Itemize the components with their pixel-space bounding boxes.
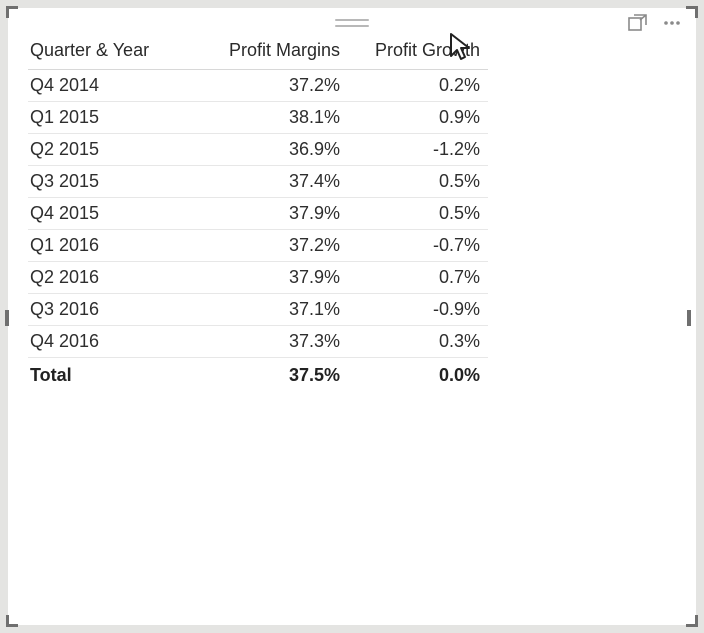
- table-row[interactable]: Q1 201637.2%-0.7%: [28, 230, 488, 262]
- cell-growth: 0.5%: [348, 198, 488, 230]
- cell-growth: 0.2%: [348, 70, 488, 102]
- resize-handle-br[interactable]: [684, 613, 698, 627]
- cell-margin: 37.2%: [198, 230, 348, 262]
- resize-handle-bl[interactable]: [6, 613, 20, 627]
- cell-growth: 0.3%: [348, 326, 488, 358]
- cell-period: Q3 2015: [28, 166, 198, 198]
- cell-period: Q4 2016: [28, 326, 198, 358]
- cell-margin: 37.9%: [198, 262, 348, 294]
- cell-period: Q2 2015: [28, 134, 198, 166]
- cell-margin: 36.9%: [198, 134, 348, 166]
- table-row[interactable]: Q1 201538.1%0.9%: [28, 102, 488, 134]
- cell-margin: 37.3%: [198, 326, 348, 358]
- cell-growth: 0.5%: [348, 166, 488, 198]
- table-visual[interactable]: Quarter & Year Profit Margins Profit Gro…: [8, 8, 696, 625]
- cell-growth: -0.9%: [348, 294, 488, 326]
- visual-header: [8, 10, 696, 36]
- visual-header-actions: [628, 14, 682, 32]
- cell-margin: 38.1%: [198, 102, 348, 134]
- cell-margin: 37.2%: [198, 70, 348, 102]
- table-row[interactable]: Q2 201536.9%-1.2%: [28, 134, 488, 166]
- table-row[interactable]: Q4 201637.3%0.3%: [28, 326, 488, 358]
- cell-period: Q4 2015: [28, 198, 198, 230]
- col-header-margin[interactable]: Profit Margins: [198, 34, 348, 70]
- cell-growth: 0.7%: [348, 262, 488, 294]
- cell-growth: 0.9%: [348, 102, 488, 134]
- total-margin: 37.5%: [198, 358, 348, 392]
- cell-margin: 37.4%: [198, 166, 348, 198]
- cell-margin: 37.9%: [198, 198, 348, 230]
- table-row[interactable]: Q2 201637.9%0.7%: [28, 262, 488, 294]
- drag-handle-icon[interactable]: [335, 19, 369, 27]
- cell-margin: 37.1%: [198, 294, 348, 326]
- cell-growth: -0.7%: [348, 230, 488, 262]
- total-growth: 0.0%: [348, 358, 488, 392]
- col-header-growth[interactable]: Profit Growth: [348, 34, 488, 70]
- table-row[interactable]: Q3 201537.4%0.5%: [28, 166, 488, 198]
- focus-mode-icon[interactable]: [628, 14, 648, 32]
- data-table[interactable]: Quarter & Year Profit Margins Profit Gro…: [28, 34, 488, 391]
- more-options-icon[interactable]: [662, 14, 682, 32]
- cell-period: Q3 2016: [28, 294, 198, 326]
- table-total-row: Total 37.5% 0.0%: [28, 358, 488, 392]
- col-header-period[interactable]: Quarter & Year: [28, 34, 198, 70]
- cell-growth: -1.2%: [348, 134, 488, 166]
- table-header-row: Quarter & Year Profit Margins Profit Gro…: [28, 34, 488, 70]
- total-label: Total: [28, 358, 198, 392]
- cell-period: Q2 2016: [28, 262, 198, 294]
- resize-handle-ml[interactable]: [5, 310, 19, 324]
- table-row[interactable]: Q4 201537.9%0.5%: [28, 198, 488, 230]
- table-row[interactable]: Q4 201437.2%0.2%: [28, 70, 488, 102]
- table-row[interactable]: Q3 201637.1%-0.9%: [28, 294, 488, 326]
- cell-period: Q1 2015: [28, 102, 198, 134]
- cell-period: Q4 2014: [28, 70, 198, 102]
- resize-handle-mr[interactable]: [685, 310, 699, 324]
- cell-period: Q1 2016: [28, 230, 198, 262]
